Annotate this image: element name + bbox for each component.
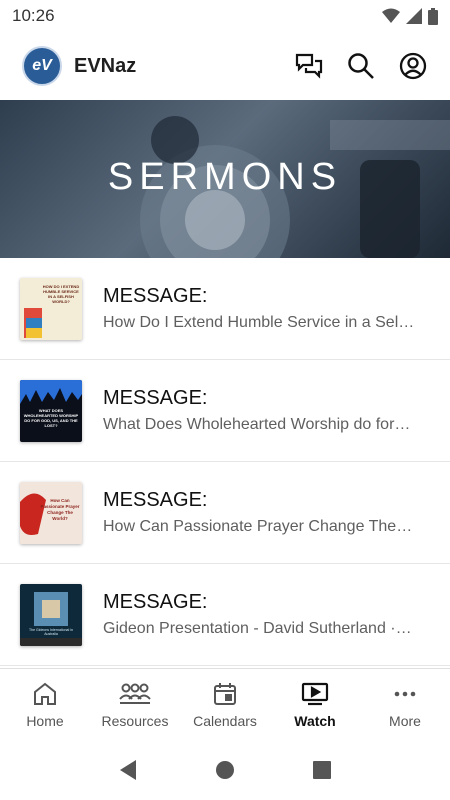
status-time: 10:26 [12, 6, 55, 25]
item-subtitle: What Does Wholehearted Worship do for… [103, 416, 411, 433]
sermon-thumbnail: WHAT DOES WHOLEHEARTED WORSHIP DO FOR GO… [20, 379, 82, 442]
recents-icon[interactable] [312, 760, 332, 780]
resources-icon [119, 683, 151, 704]
item-subtitle: Gideon Presentation - David Sutherland ·… [103, 620, 412, 637]
nav-label: Watch [294, 712, 336, 729]
search-button[interactable] [346, 51, 376, 81]
list-item[interactable]: WHAT DOES WHOLEHEARTED WORSHIP DO FOR GO… [0, 360, 450, 462]
item-heading: MESSAGE: [103, 591, 208, 613]
nav-home[interactable]: Home [0, 669, 90, 740]
app-title: EVNaz [74, 54, 137, 77]
sermons-banner: SERMONS [0, 100, 450, 258]
nav-watch[interactable]: Watch [270, 669, 360, 740]
logo-text: eV [32, 57, 52, 74]
search-icon [348, 53, 374, 79]
nav-label: Calendars [193, 712, 257, 729]
nav-label: Home [26, 712, 64, 729]
list-item[interactable]: The Gideons International in Australia M… [0, 564, 450, 666]
thumbnail-caption: How Can Passionate Prayer Change The Wor… [40, 497, 80, 521]
status-icons [382, 7, 438, 25]
item-heading: MESSAGE: [103, 489, 208, 511]
sermon-thumbnail: The Gideons International in Australia [20, 583, 82, 646]
calendar-icon [214, 682, 236, 705]
chat-icon [295, 53, 323, 79]
more-icon [394, 691, 416, 696]
system-navigation-bar [0, 740, 450, 800]
nav-calendars[interactable]: Calendars [180, 669, 270, 740]
nav-label: Resources [101, 712, 169, 729]
signal-icon [406, 8, 422, 24]
home-circle-icon[interactable] [215, 760, 235, 780]
nav-more[interactable]: More [360, 669, 450, 740]
sermon-list: HOW DO I EXTEND HUMBLE SERVICE IN A SELF… [0, 258, 450, 666]
wifi-icon [382, 8, 400, 23]
thumbnail-caption: The Gideons International in Australia [29, 627, 73, 636]
bottom-navigation: Home Resources Calendars Watch More [0, 668, 450, 740]
sermon-thumbnail: HOW DO I EXTEND HUMBLE SERVICE IN A SELF… [20, 277, 82, 340]
item-heading: MESSAGE: [103, 387, 208, 409]
account-icon [399, 52, 427, 80]
nav-resources[interactable]: Resources [90, 669, 180, 740]
banner-title: SERMONS [107, 156, 343, 198]
item-subtitle: How Do I Extend Humble Service in a Sel… [103, 314, 415, 331]
watch-icon [301, 682, 329, 705]
app-actions [294, 51, 428, 81]
list-item[interactable]: How Can Passionate Prayer Change The Wor… [0, 462, 450, 564]
app-logo[interactable]: eV [22, 46, 62, 86]
list-item[interactable]: HOW DO I EXTEND HUMBLE SERVICE IN A SELF… [0, 258, 450, 360]
thumbnail-caption: WHAT DOES WHOLEHEARTED WORSHIP DO FOR GO… [23, 407, 79, 428]
status-bar: 10:26 [0, 0, 450, 32]
chat-button[interactable] [294, 51, 324, 81]
thumbnail-caption: HOW DO I EXTEND HUMBLE SERVICE IN A SELF… [42, 283, 80, 304]
battery-icon [428, 7, 438, 25]
back-icon[interactable] [118, 759, 138, 781]
app-bar: eV EVNaz [0, 32, 450, 100]
item-subtitle: How Can Passionate Prayer Change The… [103, 518, 413, 535]
nav-label: More [389, 712, 421, 729]
home-icon [34, 682, 56, 705]
sermon-thumbnail: How Can Passionate Prayer Change The Wor… [20, 481, 82, 544]
item-heading: MESSAGE: [103, 285, 208, 307]
account-button[interactable] [398, 51, 428, 81]
